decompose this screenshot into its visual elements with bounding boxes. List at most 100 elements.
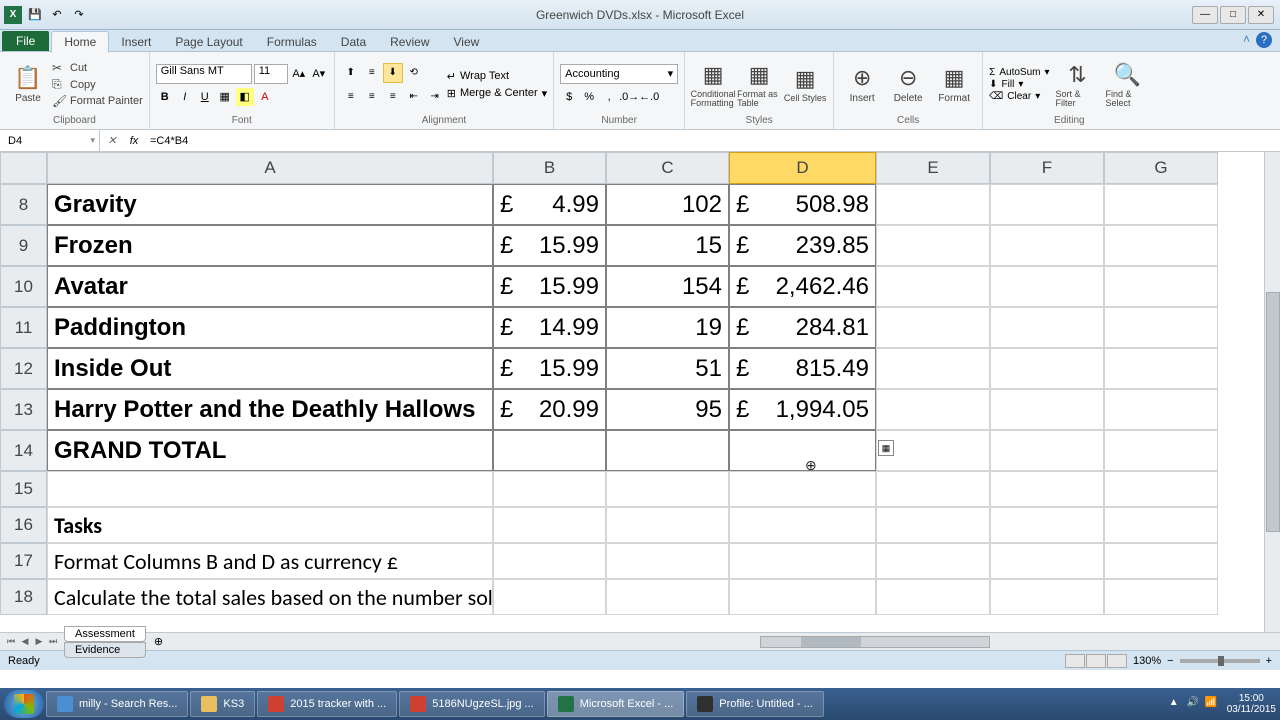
cell-C12[interactable]: 51 <box>606 348 729 389</box>
cell-D10[interactable]: £2,462.46 <box>729 266 876 307</box>
align-right-button[interactable]: ≡ <box>383 87 403 107</box>
copy-button[interactable]: ⎘Copy <box>52 77 143 92</box>
tab-view[interactable]: View <box>442 32 492 52</box>
excel-icon[interactable]: X <box>4 6 22 24</box>
comma-button[interactable]: , <box>600 88 618 106</box>
cell-A12[interactable]: Inside Out <box>47 348 493 389</box>
file-tab[interactable]: File <box>2 31 49 51</box>
row-header-15[interactable]: 15 <box>0 471 47 507</box>
font-name-select[interactable]: Gill Sans MT <box>156 64 252 84</box>
cell-D12[interactable]: £815.49 <box>729 348 876 389</box>
zoom-level[interactable]: 130% <box>1133 655 1161 667</box>
row-header-10[interactable]: 10 <box>0 266 47 307</box>
row-header-14[interactable]: 14 <box>0 430 47 471</box>
italic-button[interactable]: I <box>176 88 194 106</box>
scrollbar-thumb[interactable] <box>1266 292 1280 532</box>
format-cells-button[interactable]: ▦Format <box>932 56 976 114</box>
row-header-12[interactable]: 12 <box>0 348 47 389</box>
cell-D16[interactable] <box>729 507 876 543</box>
decrease-decimal-button[interactable]: ←.0 <box>640 88 658 106</box>
tray-icon[interactable]: 🔊 <box>1187 697 1201 711</box>
tab-data[interactable]: Data <box>329 32 378 52</box>
cell-A14[interactable]: GRAND TOTAL <box>47 430 493 471</box>
cell-G10[interactable] <box>1104 266 1218 307</box>
normal-view-button[interactable] <box>1065 654 1085 668</box>
tab-formulas[interactable]: Formulas <box>255 32 329 52</box>
cell-G11[interactable] <box>1104 307 1218 348</box>
delete-cells-button[interactable]: ⊖Delete <box>886 56 930 114</box>
cell-F16[interactable] <box>990 507 1104 543</box>
cell-F10[interactable] <box>990 266 1104 307</box>
column-header-C[interactable]: C <box>606 152 729 184</box>
cell-C13[interactable]: 95 <box>606 389 729 430</box>
cell-F8[interactable] <box>990 184 1104 225</box>
cell-A17[interactable]: Format Columns B and D as currency £ <box>47 543 493 579</box>
align-middle-button[interactable]: ≡ <box>362 63 382 83</box>
cell-E18[interactable] <box>876 579 990 615</box>
cell-styles-button[interactable]: ▦Cell Styles <box>783 56 827 114</box>
cell-C14[interactable] <box>606 430 729 471</box>
cell-G14[interactable] <box>1104 430 1218 471</box>
increase-indent-button[interactable]: ⇥ <box>425 87 445 107</box>
align-center-button[interactable]: ≡ <box>362 87 382 107</box>
zoom-out-button[interactable]: − <box>1167 655 1173 667</box>
cell-E8[interactable] <box>876 184 990 225</box>
tab-home[interactable]: Home <box>51 31 109 53</box>
select-all-corner[interactable] <box>0 152 47 184</box>
cell-C10[interactable]: 154 <box>606 266 729 307</box>
format-painter-button[interactable]: 🖌Format Painter <box>52 94 143 108</box>
cell-G13[interactable] <box>1104 389 1218 430</box>
insert-cells-button[interactable]: ⊕Insert <box>840 56 884 114</box>
cell-A16[interactable]: Tasks <box>47 507 493 543</box>
save-icon[interactable]: 💾 <box>26 6 44 24</box>
close-button[interactable]: ✕ <box>1248 6 1274 24</box>
cell-F18[interactable] <box>990 579 1104 615</box>
cell-B16[interactable] <box>493 507 606 543</box>
cut-button[interactable]: ✂Cut <box>52 61 143 75</box>
page-layout-view-button[interactable] <box>1086 654 1106 668</box>
autofill-options-button[interactable]: ▦ <box>878 440 894 456</box>
fx-icon[interactable]: fx <box>124 135 144 147</box>
row-header-16[interactable]: 16 <box>0 507 47 543</box>
cell-E9[interactable] <box>876 225 990 266</box>
cell-C9[interactable]: 15 <box>606 225 729 266</box>
cell-B17[interactable] <box>493 543 606 579</box>
cell-F9[interactable] <box>990 225 1104 266</box>
sort-filter-button[interactable]: ⇅Sort & Filter <box>1056 56 1100 114</box>
align-bottom-button[interactable]: ⬇ <box>383 63 403 83</box>
column-header-E[interactable]: E <box>876 152 990 184</box>
cell-B10[interactable]: £15.99 <box>493 266 606 307</box>
cell-D8[interactable]: £508.98 <box>729 184 876 225</box>
conditional-formatting-button[interactable]: ▦Conditional Formatting <box>691 56 735 114</box>
tab-page-layout[interactable]: Page Layout <box>163 32 254 52</box>
taskbar-item[interactable]: Profile: Untitled - ... <box>686 691 824 717</box>
vertical-scrollbar[interactable] <box>1264 152 1280 632</box>
decrease-indent-button[interactable]: ⇤ <box>404 87 424 107</box>
cell-G17[interactable] <box>1104 543 1218 579</box>
cell-F11[interactable] <box>990 307 1104 348</box>
cell-A11[interactable]: Paddington <box>47 307 493 348</box>
cell-C17[interactable] <box>606 543 729 579</box>
formula-input[interactable]: =C4*B4 <box>144 135 1280 147</box>
cell-B15[interactable] <box>493 471 606 507</box>
worksheet[interactable]: ABCDEFG 8Gravity£4.99102£508.989Frozen£1… <box>0 152 1280 632</box>
cell-B14[interactable] <box>493 430 606 471</box>
row-header-11[interactable]: 11 <box>0 307 47 348</box>
cell-A13[interactable]: Harry Potter and the Deathly Hallows <box>47 389 493 430</box>
cell-B12[interactable]: £15.99 <box>493 348 606 389</box>
row-header-13[interactable]: 13 <box>0 389 47 430</box>
cell-C16[interactable] <box>606 507 729 543</box>
paste-button[interactable]: 📋Paste <box>6 56 50 114</box>
new-sheet-button[interactable]: ⊕ <box>148 635 169 648</box>
autosum-button[interactable]: ΣAutoSum ▾ <box>989 67 1049 78</box>
tab-review[interactable]: Review <box>378 32 441 52</box>
zoom-in-button[interactable]: + <box>1266 655 1272 667</box>
align-top-button[interactable]: ⬆ <box>341 63 361 83</box>
find-select-button[interactable]: 🔍Find & Select <box>1106 56 1150 114</box>
taskbar-item[interactable]: 2015 tracker with ... <box>257 691 397 717</box>
align-left-button[interactable]: ≡ <box>341 87 361 107</box>
cell-E17[interactable] <box>876 543 990 579</box>
tab-insert[interactable]: Insert <box>109 32 163 52</box>
column-header-D[interactable]: D <box>729 152 876 184</box>
cell-A9[interactable]: Frozen <box>47 225 493 266</box>
